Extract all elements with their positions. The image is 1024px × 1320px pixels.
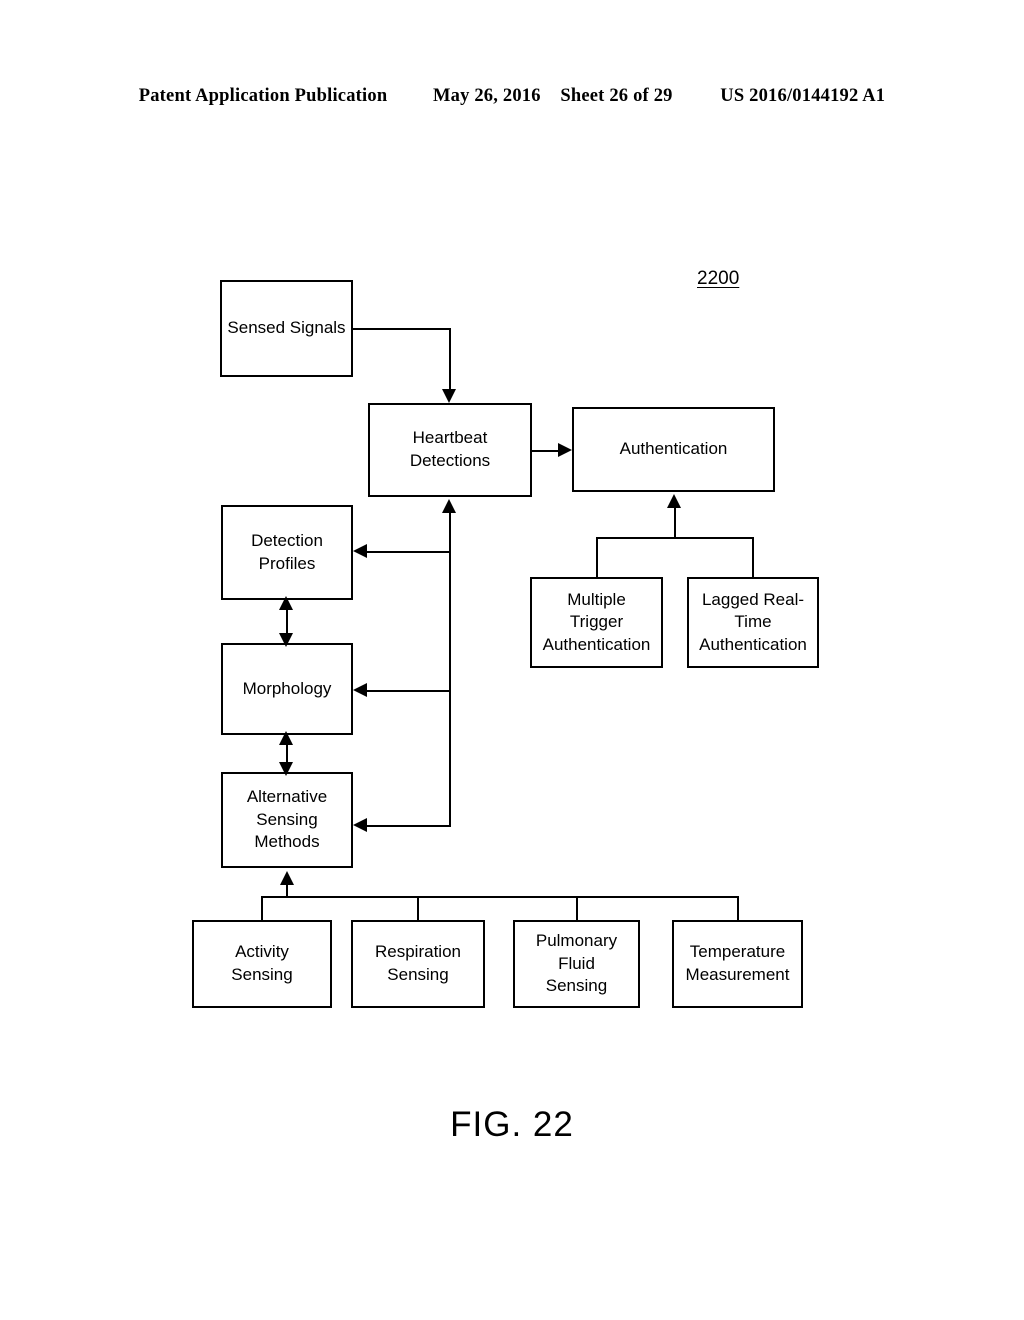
- connector-auth-bus-stem: [674, 507, 676, 538]
- connector-feedback-to-detection-profiles: [367, 551, 451, 553]
- arrowhead-into-morphology-bottom: [279, 731, 293, 745]
- connector-sensing-bus-drop-respiration: [417, 896, 419, 921]
- node-respiration-sensing: Respiration Sensing: [351, 920, 485, 1008]
- node-temperature-measurement: Temperature Measurement: [672, 920, 803, 1008]
- arrowhead-into-alternative-sensing-top: [279, 762, 293, 776]
- arrowhead-into-authentication-left: [558, 443, 572, 457]
- header-sheet-number: Sheet 26 of 29: [560, 86, 673, 106]
- node-morphology: Morphology: [221, 643, 353, 735]
- connector-auth-bus-drop-lagged-real-time: [752, 537, 754, 578]
- node-alternative-sensing-methods: Alternative Sensing Methods: [221, 772, 353, 868]
- connector-sensing-bus-drop-temperature: [737, 896, 739, 921]
- node-authentication: Authentication: [572, 407, 775, 492]
- connector-feedback-to-alternative-sensing: [367, 825, 451, 827]
- figure-reference-numeral: 2200: [697, 268, 740, 289]
- arrowhead-into-detection-profiles-bottom: [279, 596, 293, 610]
- connector-sensed-signals-to-heartbeat-v: [449, 328, 451, 390]
- node-pulmonary-fluid-sensing: Pulmonary Fluid Sensing: [513, 920, 640, 1008]
- header-date: May 26, 2016: [432, 86, 541, 106]
- node-detection-profiles: Detection Profiles: [221, 505, 353, 600]
- node-heartbeat-detections: Heartbeat Detections: [368, 403, 532, 497]
- arrowhead-into-alternative-sensing-bottom: [280, 871, 294, 885]
- node-lagged-real-time-authentication: Lagged Real- Time Authentication: [687, 577, 819, 668]
- connector-feedback-trunk: [449, 512, 451, 826]
- arrowhead-into-detection-profiles-right: [353, 544, 367, 558]
- connector-sensing-bus-drop-activity: [261, 896, 263, 921]
- header-patent-number: US 2016/0144192 A1: [720, 86, 886, 106]
- connector-heartbeat-to-authentication: [532, 450, 560, 452]
- connector-sensed-signals-to-heartbeat-h: [353, 328, 451, 330]
- figure-caption: FIG. 22: [450, 1105, 574, 1144]
- connector-auth-bus-drop-multiple-trigger: [596, 537, 598, 578]
- arrowhead-into-heartbeat-detections-top: [442, 389, 456, 403]
- arrowhead-into-morphology-right: [353, 683, 367, 697]
- arrowhead-into-morphology-top: [279, 633, 293, 647]
- header-publication-title: Patent Application Publication: [138, 86, 388, 106]
- connector-sensing-bus-drop-pulmonary: [576, 896, 578, 921]
- node-sensed-signals: Sensed Signals: [220, 280, 353, 377]
- connector-auth-bus-bar: [596, 537, 754, 539]
- node-activity-sensing: Activity Sensing: [192, 920, 332, 1008]
- connector-feedback-to-morphology: [367, 690, 451, 692]
- connector-sensing-bus-bar: [261, 896, 739, 898]
- arrowhead-into-alternative-sensing-right: [353, 818, 367, 832]
- arrowhead-into-authentication-bottom: [667, 494, 681, 508]
- arrowhead-into-heartbeat-detections-bottom: [442, 499, 456, 513]
- node-multiple-trigger-authentication: Multiple Trigger Authentication: [530, 577, 663, 668]
- connector-detection-profiles-morphology: [286, 607, 288, 636]
- patent-figure-page: Patent Application Publication May 26, 2…: [0, 0, 1024, 1320]
- page-header: Patent Application Publication May 26, 2…: [0, 86, 1024, 107]
